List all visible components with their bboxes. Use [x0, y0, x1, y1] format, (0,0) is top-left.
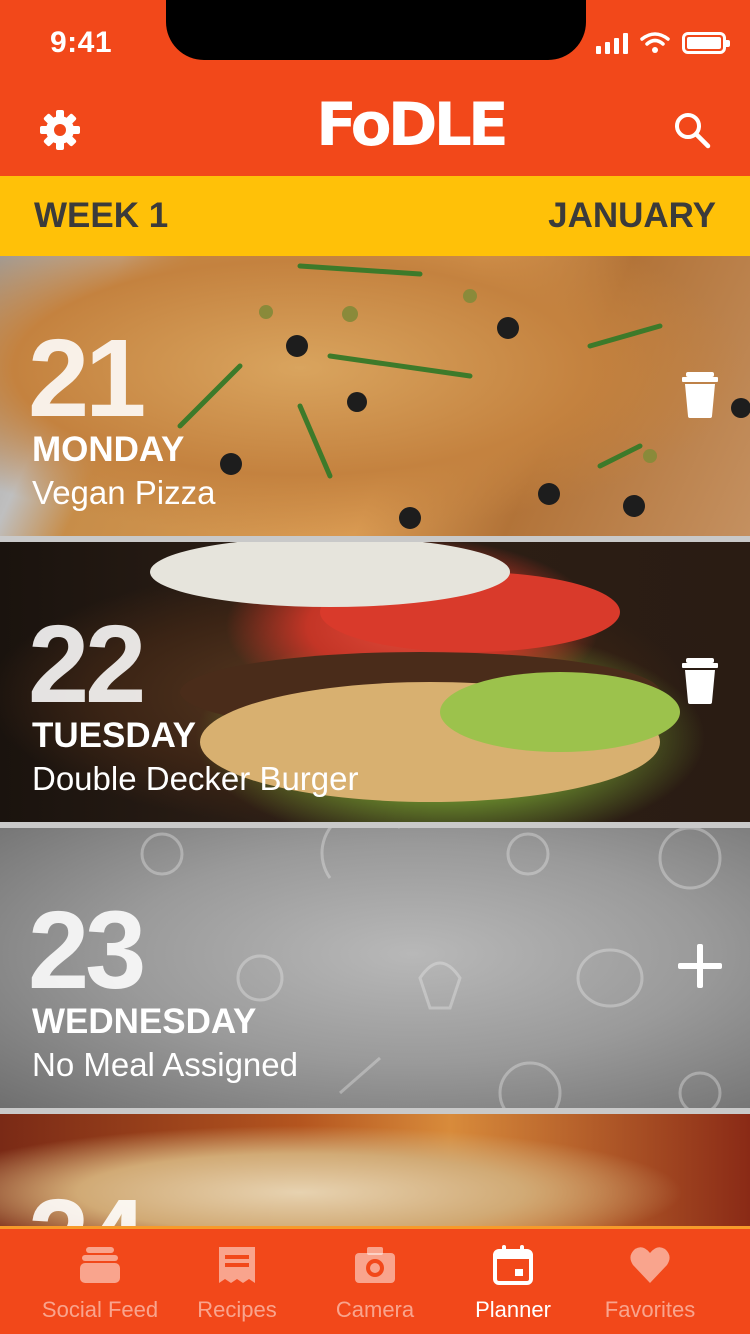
app-logo: FoDLE [316, 90, 509, 160]
meal-name: No Meal Assigned [32, 1046, 298, 1083]
search-icon[interactable] [672, 110, 712, 150]
day-number: 24 [28, 1184, 146, 1227]
tab-label: Planner [475, 1297, 551, 1322]
meal-name: Double Decker Burger [32, 760, 359, 797]
weekday-label: WEDNESDAY [32, 1002, 257, 1041]
week-label: WEEK 1 [34, 196, 169, 235]
weekday-label: TUESDAY [32, 716, 197, 755]
day-card-wednesday[interactable]: 23 WEDNESDAY No Meal Assigned [0, 828, 750, 1108]
recipes-icon [219, 1247, 255, 1283]
tab-label: Camera [335, 1297, 415, 1322]
tab-label: Recipes [197, 1297, 277, 1322]
calendar-icon [493, 1245, 533, 1285]
status-icons [596, 32, 730, 54]
battery-icon [682, 32, 730, 54]
trash-icon[interactable] [674, 654, 726, 706]
tab-recipes[interactable]: Recipes [162, 1229, 312, 1334]
month-label: JANUARY [548, 196, 716, 235]
device-notch [166, 0, 586, 60]
heart-icon [630, 1247, 670, 1283]
tab-social-feed[interactable]: Social Feed [25, 1229, 175, 1334]
status-time: 9:41 [50, 26, 113, 59]
day-number: 23 [28, 889, 146, 1012]
tab-camera[interactable]: Camera [300, 1229, 450, 1334]
signal-icon [596, 32, 628, 54]
tab-label: Favorites [604, 1297, 696, 1322]
tab-bar: Social Feed Recipes Camera Planner Favor… [0, 1226, 750, 1334]
app-header: 9:41 FoDLE [0, 0, 750, 176]
day-card-thursday[interactable]: 24 [0, 1114, 750, 1226]
trash-icon[interactable] [674, 368, 726, 420]
meal-name: Vegan Pizza [32, 474, 216, 511]
tab-label: Social Feed [41, 1297, 159, 1322]
day-number: 22 [28, 603, 146, 726]
day-card-tuesday[interactable]: 22 TUESDAY Double Decker Burger [0, 542, 750, 822]
camera-icon [355, 1247, 395, 1283]
weekday-label: MONDAY [32, 430, 185, 469]
tab-favorites[interactable]: Favorites [575, 1229, 725, 1334]
day-number: 21 [28, 317, 146, 440]
wifi-icon [640, 32, 670, 53]
plus-icon[interactable] [674, 940, 726, 992]
tab-planner[interactable]: Planner [438, 1229, 588, 1334]
day-card-monday[interactable]: 21 MONDAY Vegan Pizza [0, 256, 750, 536]
week-bar: WEEK 1 JANUARY [0, 176, 750, 256]
feed-icon [80, 1247, 120, 1283]
gear-icon[interactable] [38, 108, 82, 152]
